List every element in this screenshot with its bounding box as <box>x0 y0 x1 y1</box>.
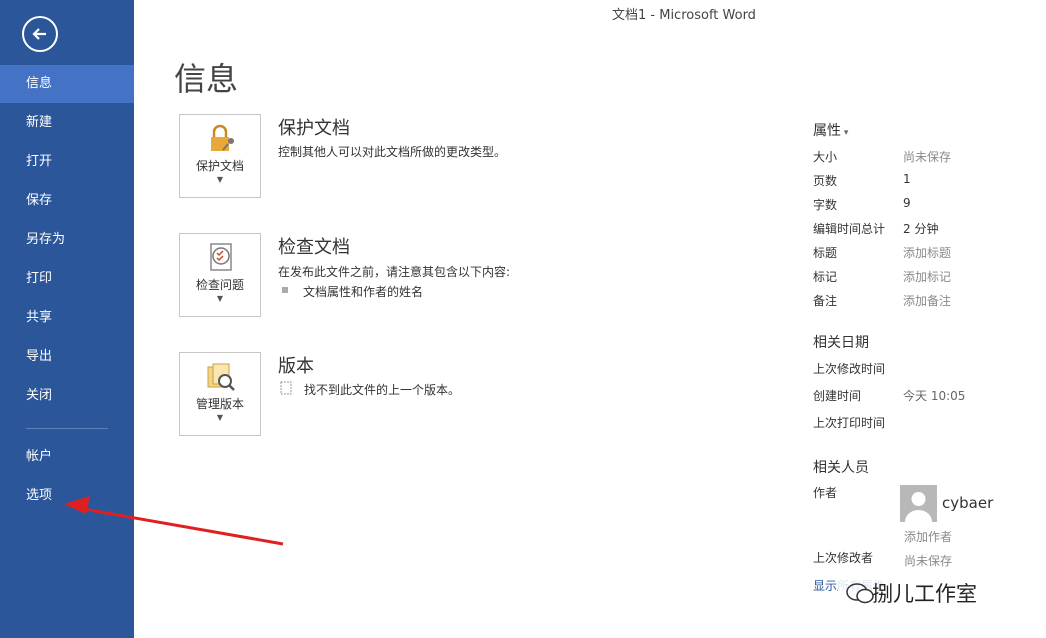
prop-key-comments: 备注 <box>813 294 838 308</box>
bullet-icon <box>282 287 288 293</box>
check-issues-label: 检查问题 <box>195 278 244 292</box>
inspect-bullet: 文档属性和作者的姓名 <box>303 285 424 299</box>
date-key-last-printed: 上次打印时间 <box>813 416 886 430</box>
backstage-sidebar: 信息 新建 打开 保存 另存为 打印 共享 导出 关闭 帐户 选项 <box>0 0 134 638</box>
nav-item-save-as[interactable]: 另存为 <box>0 221 134 259</box>
nav-item-info[interactable]: 信息 <box>0 65 134 103</box>
prop-value-size: 尚未保存 <box>903 150 952 164</box>
nav-item-close[interactable]: 关闭 <box>0 377 134 415</box>
person-icon <box>905 492 932 522</box>
prop-value-comments-input[interactable]: 添加备注 <box>903 292 951 309</box>
nav-item-export[interactable]: 导出 <box>0 338 134 376</box>
last-modified-by-value: 尚未保存 <box>904 554 953 568</box>
date-key-last-modified: 上次修改时间 <box>813 362 886 376</box>
nav-item-open[interactable]: 打开 <box>0 143 134 181</box>
date-key-created: 创建时间 <box>813 389 862 403</box>
document-icon <box>280 381 292 395</box>
prop-value-pages: 1 <box>903 172 911 186</box>
related-people-heading: 相关人员 <box>813 460 869 476</box>
protect-desc: 控制其他人可以对此文档所做的更改类型。 <box>278 145 507 159</box>
watermark-text: 捌儿工作室 <box>872 582 977 606</box>
manage-versions-button[interactable]: 管理版本 ▼ <box>179 352 261 436</box>
nav-item-account[interactable]: 帐户 <box>0 438 134 476</box>
caret-down-icon: ▼ <box>216 413 224 422</box>
protect-document-button[interactable]: 保护文档 ▼ <box>179 114 261 198</box>
caret-down-icon: ▼ <box>216 294 224 303</box>
caret-down-icon: ▼ <box>216 175 224 184</box>
add-author-link[interactable]: 添加作者 <box>904 528 952 545</box>
back-arrow-icon <box>32 28 46 40</box>
annotation-arrow-icon <box>64 496 284 546</box>
wechat-icon <box>846 583 874 604</box>
versions-desc: 找不到此文件的上一个版本。 <box>304 383 461 397</box>
nav-divider <box>26 428 108 429</box>
prop-key-tags: 标记 <box>813 270 838 284</box>
inspect-icon <box>210 243 232 271</box>
nav-item-options[interactable]: 选项 <box>0 477 134 515</box>
caret-down-icon: ▾ <box>841 128 849 138</box>
lock-icon <box>211 124 234 151</box>
author-key: 作者 <box>813 486 838 500</box>
versions-heading: 版本 <box>278 356 314 377</box>
properties-heading-label: 属性 <box>813 123 841 139</box>
back-button[interactable] <box>22 16 58 52</box>
versions-icon <box>207 363 235 391</box>
last-modified-by-key: 上次修改者 <box>813 551 874 565</box>
inspect-heading: 检查文档 <box>278 237 350 258</box>
protect-document-label: 保护文档 <box>195 159 244 173</box>
nav-item-print[interactable]: 打印 <box>0 260 134 298</box>
prop-key-edit-time: 编辑时间总计 <box>813 222 886 236</box>
prop-value-tags-input[interactable]: 添加标记 <box>903 268 951 285</box>
prop-value-title-input[interactable]: 添加标题 <box>903 244 951 261</box>
date-value-created: 今天 10:05 <box>903 389 966 403</box>
window-title: 文档1 - Microsoft Word <box>612 8 756 23</box>
page-title: 信息 <box>174 60 239 98</box>
nav-item-new[interactable]: 新建 <box>0 104 134 142</box>
related-dates-heading: 相关日期 <box>813 335 869 351</box>
prop-value-words: 9 <box>903 196 911 210</box>
nav-item-save[interactable]: 保存 <box>0 182 134 220</box>
manage-versions-label: 管理版本 <box>195 397 244 411</box>
nav-item-share[interactable]: 共享 <box>0 299 134 337</box>
avatar <box>900 485 937 522</box>
prop-value-edit-time: 2 分钟 <box>903 222 939 236</box>
prop-key-title: 标题 <box>813 246 838 260</box>
protect-heading: 保护文档 <box>278 118 350 139</box>
check-issues-button[interactable]: 检查问题 ▼ <box>179 233 261 317</box>
prop-key-pages: 页数 <box>813 174 838 188</box>
prop-key-size: 大小 <box>813 150 838 164</box>
properties-heading[interactable]: 属性 ▾ <box>813 120 848 140</box>
inspect-desc: 在发布此文件之前，请注意其包含以下内容: <box>278 265 511 279</box>
prop-key-words: 字数 <box>813 198 838 212</box>
author-name[interactable]: cybaer <box>942 494 993 512</box>
